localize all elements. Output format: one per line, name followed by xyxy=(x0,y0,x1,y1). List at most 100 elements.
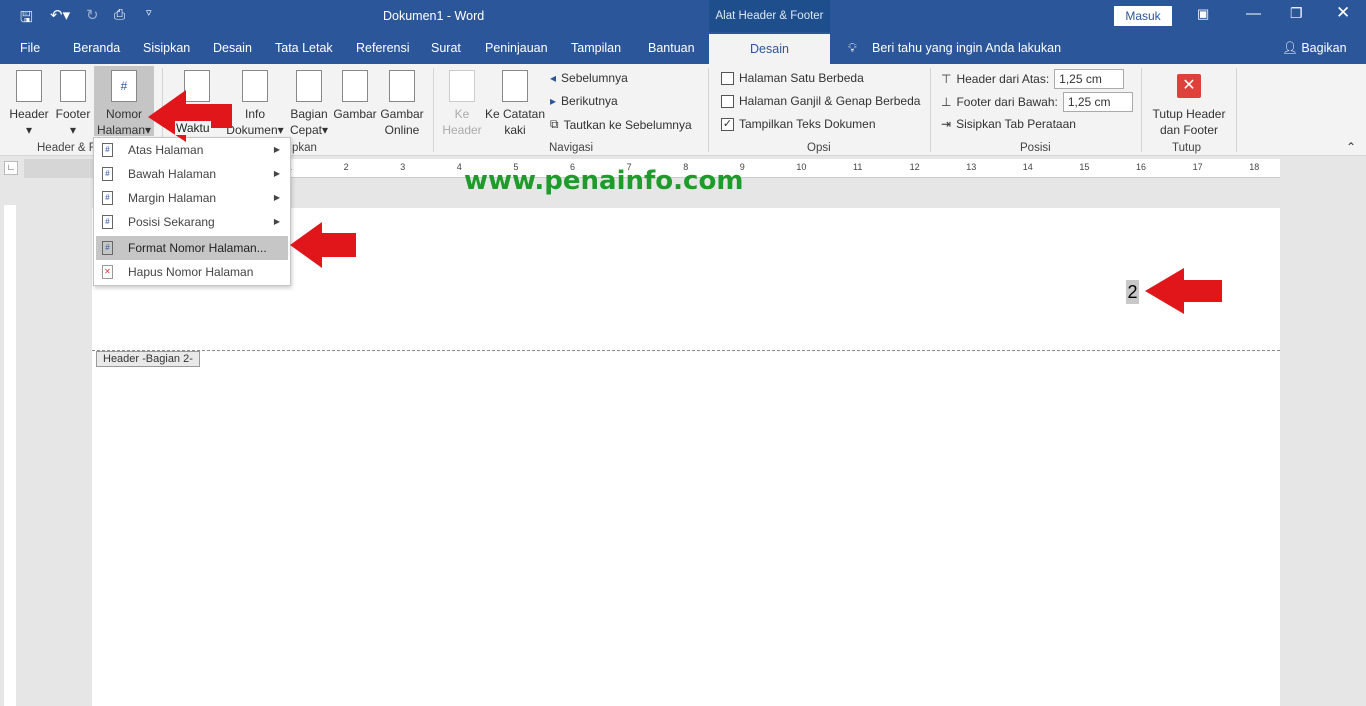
ruler-number: 4 xyxy=(456,162,462,172)
page-bottom-icon: # xyxy=(102,167,113,181)
page-number-label-2: Halaman xyxy=(96,123,145,137)
group-opsi: Opsi xyxy=(807,142,831,154)
header-pos-input[interactable]: 1,25 cm xyxy=(1054,69,1125,89)
dokumen-label: Dokumen xyxy=(226,123,278,137)
online-picture-icon xyxy=(389,70,415,102)
restore-icon[interactable]: ❐ xyxy=(1290,5,1303,22)
collapse-ribbon-icon[interactable]: ⌃ xyxy=(1346,140,1356,154)
tab-bantuan[interactable]: Bantuan xyxy=(648,41,695,55)
share-label: Bagikan xyxy=(1301,41,1347,55)
time-label: Waktu xyxy=(175,121,211,135)
option-label: Tampilkan Teks Dokumen xyxy=(739,117,876,131)
tab-tata-letak[interactable]: Tata Letak xyxy=(275,41,333,55)
tab-referensi[interactable]: Referensi xyxy=(356,41,410,55)
tutup-label-2: dan Footer xyxy=(1159,123,1219,137)
ruler-number: 3 xyxy=(400,162,406,172)
online-label-1: Gambar xyxy=(380,107,424,121)
footer-pos-icon: ⊥ xyxy=(941,95,952,109)
gambar-label: Gambar xyxy=(333,107,377,121)
footer-icon xyxy=(60,70,86,102)
tab-desain-page[interactable]: Desain xyxy=(213,41,252,55)
customize-qat-icon[interactable]: ▿ xyxy=(146,6,152,19)
redo-icon[interactable]: ↻ xyxy=(86,6,99,24)
tab-sisipkan[interactable]: Sisipkan xyxy=(143,41,190,55)
signin-button[interactable]: Masuk xyxy=(1114,6,1172,26)
title-bar: 🖫 ↶▾ ↻ ⎙ ▿ Dokumen1 - Word Alat Header &… xyxy=(0,0,1366,34)
submenu-arrow-icon: ▶ xyxy=(273,217,280,226)
tab-beranda[interactable]: Beranda xyxy=(73,41,120,55)
tab-file[interactable]: File xyxy=(20,41,40,55)
header-icon xyxy=(16,70,42,102)
ribbon-display-icon[interactable]: ▣ xyxy=(1197,6,1209,22)
previous-button[interactable]: ◂ Sebelumnya xyxy=(550,71,628,85)
group-header-footer: Header & F xyxy=(37,142,96,154)
option-label: Halaman Satu Berbeda xyxy=(739,71,864,85)
header-button[interactable]: Header ▾ xyxy=(8,68,50,138)
checkbox[interactable] xyxy=(721,71,734,85)
tell-me-input[interactable]: Beri tahu yang ingin Anda lakukan xyxy=(872,41,1061,55)
go-to-footer-button[interactable]: Ke Catatan kaki xyxy=(484,68,546,138)
option-show-doc-text[interactable]: ✓ Tampilkan Teks Dokumen xyxy=(721,117,876,131)
ruler-number: 11 xyxy=(853,162,863,172)
go-to-header-button[interactable]: Ke Header xyxy=(440,68,484,138)
tab-tampilan[interactable]: Tampilan xyxy=(571,41,621,55)
option-label: Halaman Ganjil & Genap Berbeda xyxy=(739,94,921,108)
menu-item-current-position[interactable]: # Posisi Sekarang ▶ xyxy=(96,210,288,234)
next-button[interactable]: ▸ Berikutnya xyxy=(550,94,618,108)
align-tab-icon: ⇥ xyxy=(941,117,952,131)
menu-item-remove-page-numbers[interactable]: ✕ Hapus Nomor Halaman xyxy=(96,260,288,284)
save-icon[interactable]: 🖫 xyxy=(20,7,33,32)
menu-label: Atas Halaman xyxy=(128,143,204,157)
tab-selector[interactable]: ∟ xyxy=(4,161,18,175)
ruler-number: 16 xyxy=(1136,162,1147,172)
online-picture-button[interactable]: Gambar Online xyxy=(378,68,426,138)
page-top-icon: # xyxy=(102,143,113,157)
tab-peninjauan[interactable]: Peninjauan xyxy=(485,41,548,55)
checkbox[interactable] xyxy=(721,94,734,108)
header-boundary xyxy=(92,350,1280,351)
option-odd-even[interactable]: Halaman Ganjil & Genap Berbeda xyxy=(721,94,920,108)
group-navigasi: Navigasi xyxy=(549,142,594,154)
option-different-first[interactable]: Halaman Satu Berbeda xyxy=(721,71,864,85)
menu-item-bottom-of-page[interactable]: # Bawah Halaman ▶ xyxy=(96,162,288,186)
group-insert: pkan xyxy=(292,142,317,154)
footer-pos-input[interactable]: 1,25 cm xyxy=(1062,92,1133,112)
current-position-icon: # xyxy=(102,215,113,229)
quick-parts-button[interactable]: Bagian Cepat▾ xyxy=(288,68,330,138)
group-tutup: Tutup xyxy=(1172,142,1201,154)
checkbox-checked[interactable]: ✓ xyxy=(721,117,734,131)
page-number-button[interactable]: # Nomor Halaman▾ xyxy=(94,66,154,137)
link-to-previous-button[interactable]: ⧉ Tautkan ke Sebelumnya xyxy=(550,117,692,132)
page-number-field[interactable]: 2 xyxy=(1126,280,1139,304)
print-preview-icon[interactable]: ⎙ xyxy=(114,6,125,23)
vertical-ruler[interactable] xyxy=(4,205,16,706)
footer-position: ⊥ Footer dari Bawah: 1,25 cm xyxy=(941,92,1133,112)
date-time-label-layer: Waktu xyxy=(172,68,222,135)
doc-info-icon xyxy=(242,70,268,102)
ribbon-tabs: File Beranda Sisipkan Desain Tata Letak … xyxy=(0,32,1366,64)
close-header-footer-button[interactable]: ✕ Tutup Header dan Footer xyxy=(1148,68,1230,138)
ruler-number: 10 xyxy=(796,162,807,172)
close-icon[interactable]: ✕ xyxy=(1336,3,1350,23)
tab-desain-active[interactable]: Desain xyxy=(709,34,830,64)
tab-surat[interactable]: Surat xyxy=(431,41,461,55)
remove-page-number-icon: ✕ xyxy=(102,265,113,279)
menu-label: Format Nomor Halaman... xyxy=(128,241,267,255)
menu-label: Margin Halaman xyxy=(128,191,217,205)
document-title: Dokumen1 - Word xyxy=(383,9,485,23)
undo-icon[interactable]: ↶▾ xyxy=(50,6,70,24)
share-button[interactable]: 👤︎ Bagikan xyxy=(1282,41,1347,56)
ruler-number: 17 xyxy=(1192,162,1203,172)
header-section-tag: Header -Bagian 2- xyxy=(96,351,200,367)
previous-label: Sebelumnya xyxy=(561,71,628,85)
menu-item-top-of-page[interactable]: # Atas Halaman ▶ xyxy=(96,138,288,162)
footer-button[interactable]: Footer ▾ xyxy=(52,68,94,138)
insert-alignment-tab-button[interactable]: ⇥ Sisipkan Tab Perataan xyxy=(941,117,1076,131)
menu-item-format-page-numbers[interactable]: # Format Nomor Halaman... xyxy=(96,236,288,260)
picture-button[interactable]: Gambar xyxy=(332,68,378,122)
doc-info-button[interactable]: Info Dokumen▾ xyxy=(224,68,286,138)
footer-pos-label: Footer dari Bawah: xyxy=(956,95,1058,109)
minimize-icon[interactable]: — xyxy=(1246,5,1261,22)
menu-item-page-margins[interactable]: # Margin Halaman ▶ xyxy=(96,186,288,210)
page-number-label-1: Nomor xyxy=(105,107,142,121)
